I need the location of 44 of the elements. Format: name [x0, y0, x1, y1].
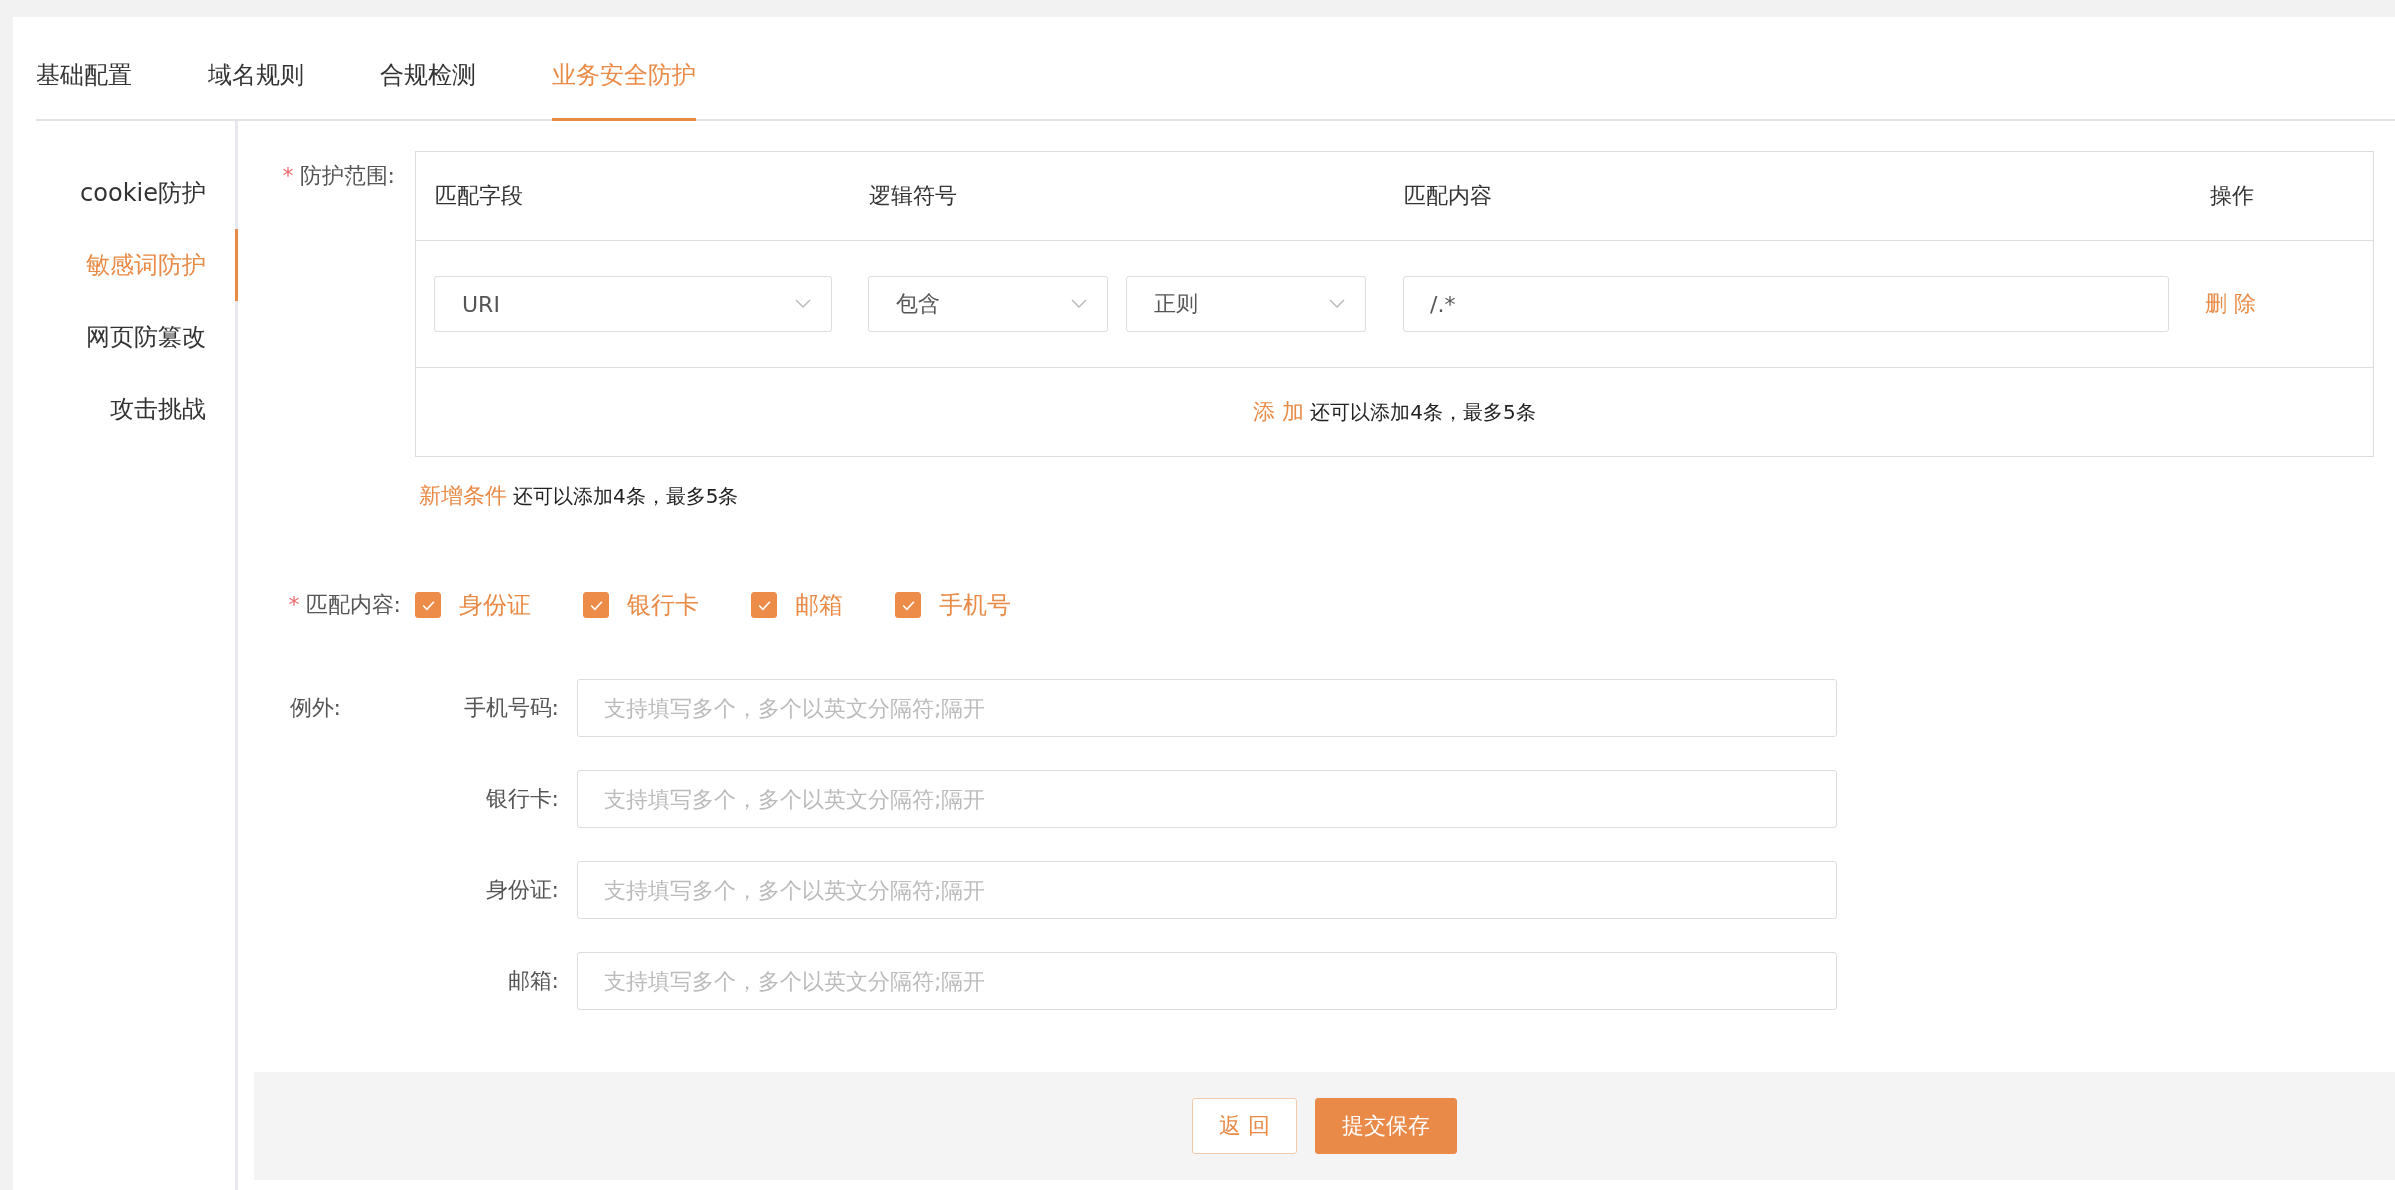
- checkbox[interactable]: [751, 592, 777, 618]
- checkbox[interactable]: [895, 592, 921, 618]
- checkmark-icon: [757, 599, 771, 611]
- field-label: 匹配内容:: [305, 592, 401, 617]
- tab[interactable]: 域名规则: [208, 59, 304, 121]
- field-select[interactable]: URI: [434, 276, 832, 332]
- field-label: 防护范围:: [299, 163, 395, 188]
- input-field[interactable]: 支持填写多个，多个以英文分隔符;隔开: [577, 952, 1837, 1010]
- checkbox[interactable]: [583, 592, 609, 618]
- checkbox-label: 邮箱: [795, 590, 843, 621]
- input-field[interactable]: 支持填写多个，多个以英文分隔符;隔开: [577, 679, 1837, 737]
- column-header: 匹配字段: [434, 182, 524, 210]
- column-header: 匹配内容: [1403, 182, 1493, 210]
- input-field[interactable]: 支持填写多个，多个以英文分隔符;隔开: [577, 770, 1837, 828]
- checkbox-label: 身份证: [459, 590, 531, 621]
- checkbox[interactable]: [415, 592, 441, 618]
- field-label: 例外:: [288, 694, 342, 722]
- checkbox-label: 银行卡: [627, 590, 699, 621]
- sidebar-item[interactable]: cookie防护: [39, 157, 238, 229]
- checkbox-label: 手机号: [939, 590, 1011, 621]
- column-header: 操作: [2209, 182, 2255, 210]
- content-input[interactable]: /.*: [1403, 276, 2169, 332]
- input-field[interactable]: 支持填写多个，多个以英文分隔符;隔开: [577, 861, 1837, 919]
- tab[interactable]: 基础配置: [36, 59, 132, 121]
- chevron-down-icon: [1329, 299, 1345, 309]
- chevron-down-icon: [1071, 299, 1087, 309]
- sidebar-item[interactable]: 攻击挑战: [39, 373, 238, 445]
- field-label: 身份证:: [484, 876, 560, 904]
- field-label: 银行卡:: [484, 785, 560, 813]
- checkmark-icon: [421, 599, 435, 611]
- checkmark-icon: [589, 599, 603, 611]
- field-label: 邮箱:: [506, 967, 560, 995]
- column-header: 逻辑符号: [868, 182, 958, 210]
- required-mark: *: [282, 163, 294, 188]
- chevron-down-icon: [795, 299, 811, 309]
- mode-select[interactable]: 正则: [1126, 276, 1366, 332]
- operator-select[interactable]: 包含: [868, 276, 1108, 332]
- limit-hint: 还可以添加4条，最多5条: [513, 482, 739, 510]
- limit-hint: 还可以添加4条，最多5条: [1310, 398, 1536, 426]
- checkmark-icon: [901, 599, 915, 611]
- tab[interactable]: 合规检测: [380, 59, 476, 121]
- sidebar-item[interactable]: 网页防篡改: [39, 301, 238, 373]
- field-label: 手机号码:: [462, 694, 560, 722]
- required-mark: *: [288, 592, 300, 617]
